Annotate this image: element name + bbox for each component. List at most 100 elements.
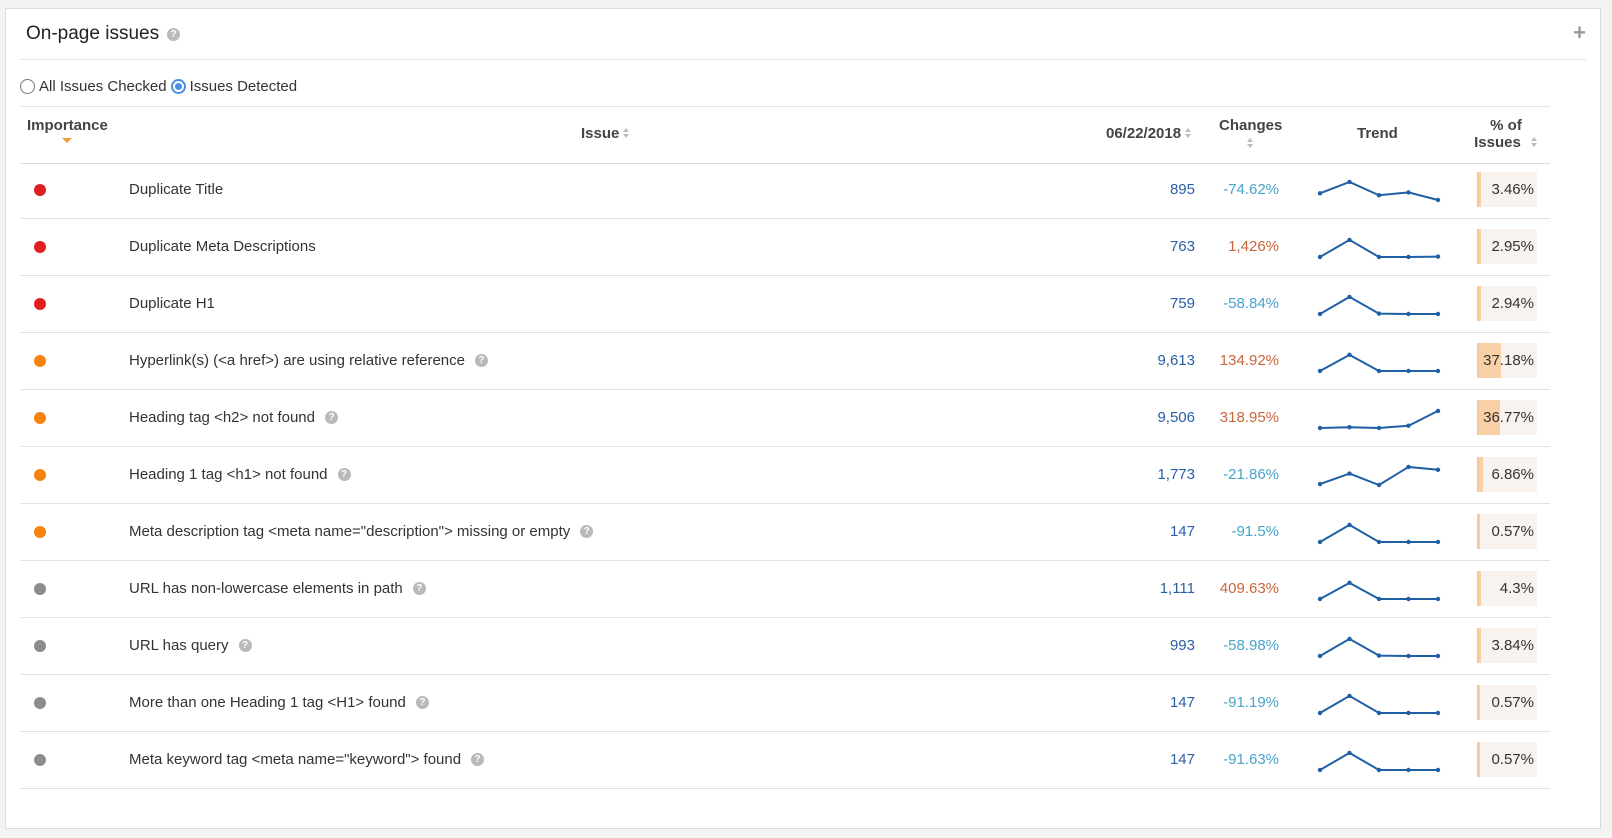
- help-icon[interactable]: ?: [415, 695, 429, 709]
- issue-count[interactable]: 1,111: [1160, 580, 1195, 597]
- table-row[interactable]: Heading tag <h2> not found? 9,506 318.95% 3…: [20, 390, 1550, 447]
- column-header-pct-of-issues[interactable]: % of Issues: [1470, 117, 1542, 151]
- trend-sparkline: [1317, 179, 1441, 203]
- issue-count[interactable]: 759: [1170, 295, 1195, 312]
- issue-count[interactable]: 9,506: [1157, 409, 1195, 426]
- trend-point: [1376, 482, 1382, 488]
- help-icon[interactable]: ?: [238, 638, 252, 652]
- trend-point: [1376, 710, 1382, 716]
- radio-all-issues-checked[interactable]: [20, 78, 35, 94]
- table-row[interactable]: Meta description tag <meta name="descrip…: [20, 504, 1550, 561]
- trend-line: [1319, 410, 1439, 430]
- trend-point: [1317, 596, 1323, 602]
- pct-of-issues-cell: 37.18%: [1477, 343, 1537, 378]
- issue-count[interactable]: 1,773: [1157, 466, 1195, 483]
- trend-line: [1319, 694, 1438, 714]
- column-header-issue[interactable]: Issue: [581, 125, 630, 142]
- issue-name[interactable]: URL has query: [129, 637, 229, 654]
- pct-of-issues-cell: 3.84%: [1477, 628, 1537, 663]
- issue-name[interactable]: URL has non-lowercase elements in path: [129, 580, 403, 597]
- trend-point: [1435, 653, 1441, 659]
- pct-of-issues-cell: 0.57%: [1477, 514, 1537, 549]
- issue-cell: Heading tag <h2> not found?: [129, 409, 338, 426]
- issue-name[interactable]: Duplicate Title: [129, 181, 223, 198]
- trend-point: [1435, 408, 1441, 414]
- trend-point: [1406, 464, 1411, 470]
- table-row[interactable]: Heading 1 tag <h1> not found? 1,773 -21.86…: [20, 447, 1550, 504]
- help-icon[interactable]: ?: [580, 524, 594, 538]
- issue-count[interactable]: 993: [1170, 637, 1195, 654]
- issue-count[interactable]: 9,613: [1157, 352, 1195, 369]
- pct-of-issues-cell: 0.57%: [1477, 685, 1537, 720]
- trend-point: [1376, 193, 1382, 198]
- trend-point: [1435, 467, 1441, 472]
- issue-count[interactable]: 147: [1170, 751, 1195, 768]
- issue-count[interactable]: 763: [1170, 238, 1195, 255]
- table-row[interactable]: URL has query? 993 -58.98% 3.84%: [20, 618, 1550, 675]
- issue-cell: Duplicate Meta Descriptions: [129, 238, 316, 255]
- help-icon[interactable]: ?: [167, 28, 180, 41]
- trend-point: [1406, 190, 1411, 195]
- trend-sparkline: [1317, 464, 1441, 488]
- pct-of-issues-value: 3.84%: [1491, 637, 1534, 654]
- issue-count[interactable]: 895: [1170, 181, 1195, 198]
- issue-cell: Duplicate H1: [129, 295, 215, 312]
- trend-point: [1406, 710, 1411, 716]
- change-percent: 134.92%: [1219, 352, 1279, 369]
- trend-point: [1406, 254, 1411, 260]
- help-icon[interactable]: ?: [474, 353, 488, 367]
- trend-point: [1376, 767, 1382, 773]
- sort-icon: [1530, 137, 1538, 149]
- pct-of-issues-value: 6.86%: [1491, 466, 1534, 483]
- table-row[interactable]: Meta keyword tag <meta name="keyword"> f…: [20, 732, 1550, 789]
- table-row[interactable]: More than one Heading 1 tag <H1> found? 1…: [20, 675, 1550, 732]
- issue-name[interactable]: Heading tag <h2> not found: [129, 409, 315, 426]
- trend-sparkline: [1317, 352, 1441, 374]
- issue-name[interactable]: Duplicate Meta Descriptions: [129, 238, 316, 255]
- trend-point: [1347, 693, 1352, 699]
- table-row[interactable]: URL has non-lowercase elements in path? 1…: [20, 561, 1550, 618]
- trend-line: [1319, 238, 1439, 258]
- table-row[interactable]: Duplicate H1 759 -58.84% 2.94%: [20, 276, 1550, 333]
- change-percent: -91.5%: [1231, 523, 1279, 540]
- table-row[interactable]: Duplicate Title 895 -74.62% 3.46%: [20, 162, 1550, 219]
- help-icon[interactable]: ?: [412, 581, 426, 595]
- issue-name[interactable]: Meta description tag <meta name="descrip…: [129, 523, 570, 540]
- issue-name[interactable]: Duplicate H1: [129, 295, 215, 312]
- change-percent: 409.63%: [1219, 580, 1279, 597]
- issue-name[interactable]: Heading 1 tag <h1> not found: [129, 466, 328, 483]
- trend-point: [1406, 596, 1411, 602]
- help-icon[interactable]: ?: [337, 467, 351, 481]
- pct-of-issues-bar: [1479, 571, 1482, 606]
- filter-all-issues-checked[interactable]: All Issues Checked: [20, 78, 167, 95]
- importance-low-dot-icon: [34, 697, 46, 709]
- trend-point: [1317, 539, 1323, 545]
- column-header-trend: Trend: [1357, 125, 1398, 142]
- trend-point: [1317, 311, 1323, 317]
- help-icon[interactable]: ?: [471, 752, 485, 766]
- trend-point: [1406, 423, 1411, 428]
- trend-point: [1435, 311, 1441, 317]
- issue-name[interactable]: Meta keyword tag <meta name="keyword"> f…: [129, 751, 461, 768]
- importance-high-dot-icon: [34, 184, 46, 196]
- column-header-importance[interactable]: Importance: [27, 117, 108, 143]
- trend-point: [1406, 368, 1411, 374]
- issue-name[interactable]: More than one Heading 1 tag <H1> found: [129, 694, 406, 711]
- column-header-changes[interactable]: Changes: [1219, 117, 1282, 151]
- panel-title: On-page issues: [26, 23, 160, 44]
- table-row[interactable]: Duplicate Meta Descriptions 763 1,426% 2.95…: [20, 219, 1550, 276]
- help-icon[interactable]: ?: [325, 410, 338, 424]
- pct-of-issues-value: 2.95%: [1491, 238, 1534, 255]
- pct-of-issues-bar: [1479, 172, 1481, 207]
- issue-count[interactable]: 147: [1170, 523, 1195, 540]
- issue-count[interactable]: 147: [1170, 694, 1195, 711]
- filter-issues-detected[interactable]: Issues Detected: [170, 78, 297, 95]
- pct-of-issues-cell: 4.3%: [1477, 571, 1537, 606]
- table-row[interactable]: Hyperlink(s) (<a href>) are using relati…: [20, 333, 1550, 390]
- issue-name[interactable]: Hyperlink(s) (<a href>) are using relati…: [129, 352, 465, 369]
- add-widget-plus-icon[interactable]: +: [1573, 22, 1586, 44]
- trend-line: [1319, 751, 1438, 771]
- trend-point: [1406, 311, 1411, 317]
- radio-issues-detected[interactable]: [170, 78, 186, 94]
- column-header-date[interactable]: 06/22/2018: [1106, 125, 1192, 142]
